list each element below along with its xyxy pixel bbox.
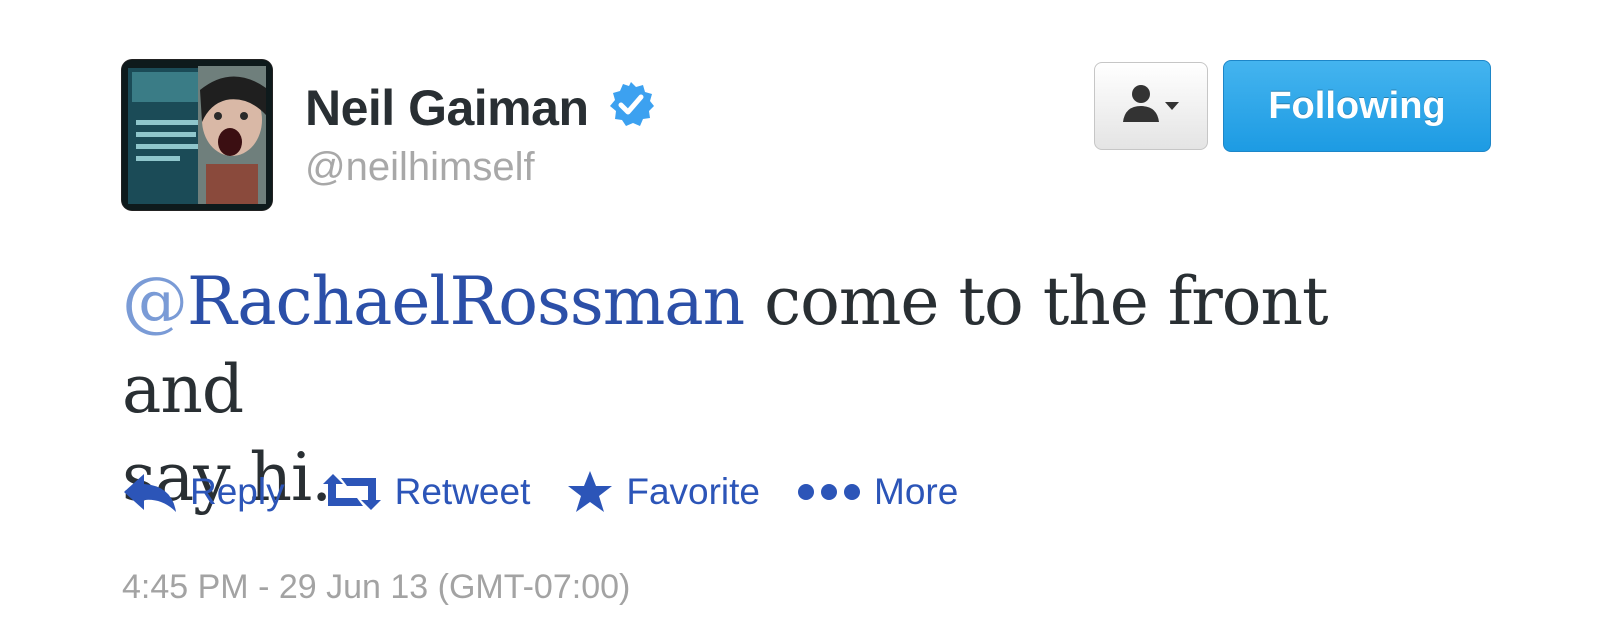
book-cover-avatar-icon [122, 60, 272, 210]
retweet-button[interactable]: Retweet [321, 471, 531, 513]
retweet-label: Retweet [394, 471, 531, 512]
tweet-timestamp[interactable]: 4:45 PM - 29 Jun 13 (GMT-07:00) [122, 568, 630, 607]
mention-link[interactable]: @RachaelRossman [122, 263, 745, 340]
retweet-icon [321, 472, 383, 512]
reply-button[interactable]: Reply [122, 470, 285, 514]
more-label: More [874, 471, 959, 512]
reply-label: Reply [190, 471, 285, 512]
following-button[interactable]: Following [1223, 60, 1491, 152]
avatar[interactable] [122, 60, 272, 210]
favorite-button[interactable]: Favorite [566, 469, 760, 515]
tweet-actions: Reply Retweet Favorite More [122, 460, 994, 524]
user-handle[interactable]: @neilhimself [305, 144, 655, 190]
user-name-block: Neil Gaiman @neilhimself [305, 78, 655, 190]
mention-username: RachaelRossman [187, 263, 745, 340]
mention-at-symbol: @ [122, 263, 188, 340]
reply-icon [122, 470, 178, 514]
more-dots-icon [796, 480, 862, 504]
more-button[interactable]: More [796, 471, 958, 513]
star-icon [566, 469, 614, 515]
favorite-label: Favorite [626, 471, 760, 512]
person-dropdown-icon [1123, 85, 1179, 122]
verified-badge-icon [607, 80, 655, 133]
tweet-card: Neil Gaiman @neilhimself Following @Rach… [0, 0, 1616, 622]
display-name[interactable]: Neil Gaiman [305, 78, 589, 138]
user-actions-dropdown-button[interactable] [1094, 62, 1208, 150]
